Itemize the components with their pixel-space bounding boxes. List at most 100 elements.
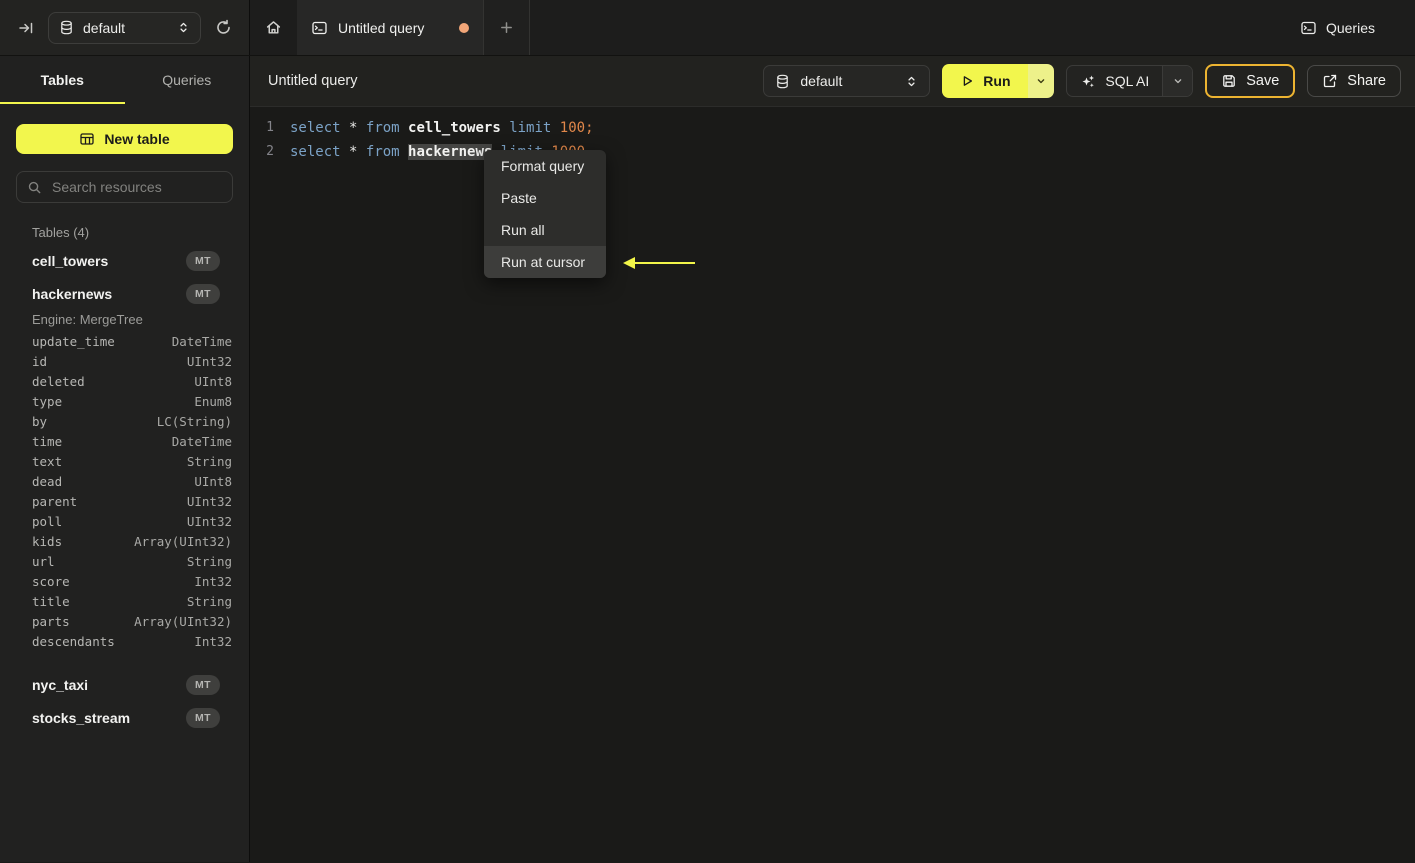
- table-icon: [79, 131, 95, 147]
- table-row-nyc-taxi[interactable]: nyc_taxi MT: [0, 668, 249, 701]
- sidebar-tab-tables[interactable]: Tables: [0, 56, 125, 104]
- home-button[interactable]: [250, 0, 297, 55]
- sql-star: *: [349, 144, 358, 160]
- menu-item-label: Run at cursor: [501, 254, 586, 270]
- engine-badge: MT: [186, 283, 220, 304]
- sql-table-name-selected: hackernews: [408, 144, 493, 160]
- tab-strip: Untitled query Queries: [250, 0, 1415, 55]
- column-row: update_time DateTime: [0, 332, 249, 352]
- column-name: deleted: [32, 374, 85, 389]
- query-toolbar: Untitled query default Run SQL AI Save S…: [250, 56, 1415, 107]
- save-button[interactable]: Save: [1205, 64, 1296, 98]
- column-type: UInt32: [186, 514, 232, 529]
- table-row-stocks-stream[interactable]: stocks_stream MT: [0, 701, 249, 734]
- sidebar-tab-queries-label: Queries: [162, 72, 212, 88]
- terminal-icon: [1300, 20, 1317, 36]
- top-bar: default Untitled query Queries: [0, 0, 1415, 56]
- database-icon: [59, 20, 74, 35]
- menu-item-label: Run all: [501, 222, 545, 238]
- engine-badge: MT: [186, 707, 220, 728]
- code-line-1[interactable]: 1 select * from cell_towers limit 100;: [250, 116, 1415, 140]
- sql-keyword: select: [290, 120, 341, 136]
- column-name: id: [32, 354, 48, 369]
- terminal-icon: [311, 20, 328, 36]
- sidebar-tab-queries[interactable]: Queries: [125, 56, 250, 104]
- column-type: UInt32: [186, 494, 232, 509]
- toolbar-database-selector[interactable]: default: [763, 65, 931, 97]
- column-name: parts: [32, 614, 70, 629]
- column-type: Enum8: [194, 394, 232, 409]
- play-icon: [960, 74, 974, 88]
- database-selector[interactable]: default: [48, 11, 201, 44]
- table-row-hackernews[interactable]: hackernews MT: [0, 277, 249, 310]
- sql-star: *: [349, 120, 358, 136]
- sql-keyword: select: [290, 144, 341, 160]
- run-button-label: Run: [983, 73, 1011, 89]
- column-name: update_time: [32, 334, 115, 349]
- menu-item-paste[interactable]: Paste: [484, 182, 606, 214]
- menu-item-run-all[interactable]: Run all: [484, 214, 606, 246]
- tab-untitled-query[interactable]: Untitled query: [297, 0, 483, 55]
- chevron-down-icon: [1035, 75, 1047, 87]
- column-type: String: [186, 594, 232, 609]
- new-table-button[interactable]: New table: [16, 124, 233, 154]
- column-name: by: [32, 414, 48, 429]
- line-number: 1: [266, 120, 274, 135]
- column-name: dead: [32, 474, 63, 489]
- menu-item-format-query[interactable]: Format query: [484, 150, 606, 182]
- search-input[interactable]: [50, 178, 222, 196]
- tab-label: Untitled query: [338, 19, 425, 36]
- sql-ai-options-button[interactable]: [1162, 66, 1193, 96]
- sql-keyword: from: [365, 120, 400, 136]
- code-line-2[interactable]: 2 select*fromhackernewslimit1000: [250, 140, 1415, 164]
- column-type: UInt8: [194, 474, 232, 489]
- plus-icon: [499, 20, 514, 35]
- column-name: poll: [32, 514, 63, 529]
- table-name: nyc_taxi: [32, 676, 89, 693]
- tab-strip-spacer: [530, 0, 1286, 55]
- column-name: descendants: [32, 634, 115, 649]
- sidebar-tab-tables-label: Tables: [40, 72, 84, 88]
- column-type: String: [186, 454, 232, 469]
- column-row: url String: [0, 552, 249, 572]
- sql-number: 100;: [559, 120, 594, 136]
- column-row: descendants Int32: [0, 632, 249, 652]
- column-type: Array(UInt32): [134, 534, 232, 549]
- engine-badge: MT: [186, 250, 220, 271]
- column-row: kids Array(UInt32): [0, 532, 249, 552]
- table-row-cell-towers[interactable]: cell_towers MT: [0, 244, 249, 277]
- run-options-button[interactable]: [1028, 64, 1055, 98]
- column-name: url: [32, 554, 55, 569]
- queries-button[interactable]: Queries: [1286, 0, 1389, 55]
- share-button[interactable]: Share: [1307, 65, 1401, 97]
- column-type: DateTime: [171, 434, 232, 449]
- sql-editor[interactable]: 1 select * from cell_towers limit 100; 2 sele…: [250, 107, 1415, 862]
- sql-keyword: limit: [509, 120, 552, 136]
- table-name: cell_towers: [32, 252, 109, 269]
- table-name: hackernews: [32, 285, 113, 302]
- sql-ai-button-group: SQL AI: [1066, 65, 1194, 97]
- refresh-button[interactable]: [209, 14, 237, 42]
- sidebar: Tables Queries New table Tables (4) cell…: [0, 56, 250, 862]
- column-row: by LC(String): [0, 412, 249, 432]
- sparkles-icon: [1080, 73, 1096, 89]
- share-button-label: Share: [1347, 73, 1386, 89]
- sql-ai-label: SQL AI: [1105, 73, 1150, 89]
- collapse-sidebar-button[interactable]: [12, 14, 40, 42]
- column-row: type Enum8: [0, 392, 249, 412]
- run-button-group: Run: [942, 64, 1055, 98]
- home-icon: [265, 19, 282, 36]
- database-icon: [775, 74, 790, 89]
- run-button[interactable]: Run: [942, 64, 1029, 98]
- sql-ai-button[interactable]: SQL AI: [1067, 66, 1162, 96]
- menu-item-run-at-cursor[interactable]: Run at cursor: [484, 246, 606, 278]
- column-row: dead UInt8: [0, 472, 249, 492]
- column-name: score: [32, 574, 70, 589]
- sidebar-tabs: Tables Queries: [0, 56, 249, 104]
- new-tab-button[interactable]: [483, 0, 530, 55]
- search-box[interactable]: [16, 171, 233, 203]
- line-number: 2: [266, 144, 274, 159]
- column-row: parts Array(UInt32): [0, 612, 249, 632]
- database-selector-value: default: [83, 19, 126, 36]
